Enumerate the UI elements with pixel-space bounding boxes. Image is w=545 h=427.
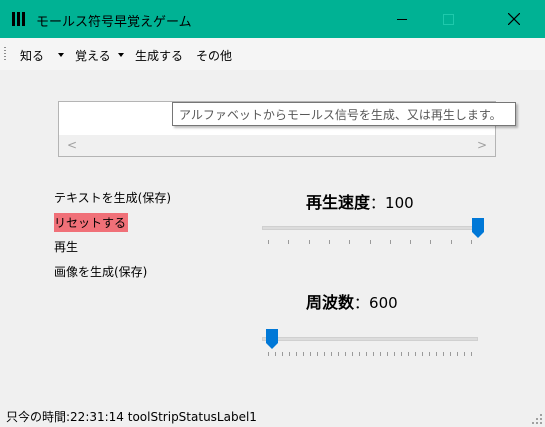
minimize-button[interactable] [379, 0, 425, 38]
chevron-down-icon [118, 53, 124, 57]
slider-tick [394, 352, 395, 356]
slider-tick [422, 352, 423, 356]
frequency-label: 周波数 [306, 293, 355, 312]
slider-tick [370, 240, 371, 244]
title-bar[interactable]: モールス符号早覚えゲーム [0, 0, 545, 38]
tooltip: アルファベットからモールス信号を生成、又は再生します。 [172, 102, 516, 126]
slider-tick [268, 240, 269, 244]
slider-tick [451, 240, 452, 244]
slider-tick [436, 352, 437, 356]
chevron-down-icon [58, 53, 64, 57]
slider-tick [415, 352, 416, 356]
slider-tick [373, 352, 374, 356]
slider-tick [366, 352, 367, 356]
horizontal-scrollbar[interactable]: < > [59, 135, 495, 156]
slider-tick [349, 240, 350, 244]
slider-tick [430, 240, 431, 244]
slider-tick [275, 352, 276, 356]
slider-tick [310, 352, 311, 356]
slider-tick [338, 352, 339, 356]
window-title: モールス符号早覚えゲーム [36, 15, 192, 30]
slider-tick [443, 352, 444, 356]
menu-bar: 知る 覚える 生成する その他 [0, 38, 545, 70]
slider-tick [331, 352, 332, 356]
slider-tick [317, 352, 318, 356]
slider-tick [471, 352, 472, 356]
menu-item-know[interactable]: 知る [20, 47, 44, 64]
slider-tick [380, 352, 381, 356]
menu-item-generate[interactable]: 生成する [135, 47, 183, 64]
generate-text-option[interactable]: テキストを生成(保存) [54, 189, 171, 206]
speed-slider-track[interactable] [262, 226, 478, 230]
slider-tick [408, 352, 409, 356]
close-button[interactable] [499, 0, 545, 38]
speed-slider-ticks [268, 240, 472, 244]
slider-tick [324, 352, 325, 356]
reset-option[interactable]: リセットする [54, 213, 129, 232]
maximize-button [425, 0, 471, 38]
slider-tick [359, 352, 360, 356]
status-bar: 只今の時間:22:31:14 toolStripStatusLabel1 [0, 402, 545, 427]
speed-heading: 再生速度：100 [306, 189, 414, 213]
slider-tick [471, 240, 472, 244]
close-icon [508, 13, 520, 25]
frequency-separator: ： [354, 294, 370, 312]
slider-tick [268, 352, 269, 356]
chevron-left-icon[interactable]: < [67, 139, 77, 151]
slider-tick [309, 240, 310, 244]
slider-tick [282, 352, 283, 356]
frequency-slider-ticks [268, 352, 472, 356]
play-option[interactable]: 再生 [54, 238, 78, 255]
frequency-slider-thumb[interactable] [266, 329, 278, 349]
size-grip-icon[interactable] [532, 414, 542, 424]
slider-tick [457, 352, 458, 356]
generate-image-option[interactable]: 画像を生成(保存) [54, 263, 147, 280]
slider-tick [352, 352, 353, 356]
slider-tick [401, 352, 402, 356]
menu-item-learn[interactable]: 覚える [75, 47, 111, 64]
app-icon [12, 12, 26, 26]
slider-tick [429, 352, 430, 356]
slider-tick [329, 240, 330, 244]
slider-tick [387, 352, 388, 356]
toolstrip-grip[interactable] [4, 47, 6, 61]
speed-label: 再生速度 [306, 193, 371, 212]
slider-tick [410, 240, 411, 244]
slider-tick [390, 240, 391, 244]
slider-tick [464, 352, 465, 356]
speed-slider-thumb[interactable] [472, 218, 484, 238]
frequency-slider-track[interactable] [262, 337, 478, 341]
slider-tick [296, 352, 297, 356]
frequency-value: 600 [369, 294, 398, 312]
frequency-heading: 周波数：600 [306, 289, 398, 313]
slider-tick [288, 240, 289, 244]
slider-tick [450, 352, 451, 356]
speed-separator: ： [370, 194, 386, 212]
slider-tick [345, 352, 346, 356]
speed-value: 100 [385, 194, 414, 212]
slider-tick [303, 352, 304, 356]
status-label: 只今の時間:22:31:14 toolStripStatusLabel1 [6, 410, 257, 424]
chevron-right-icon[interactable]: > [477, 139, 487, 151]
menu-item-other[interactable]: その他 [196, 47, 232, 64]
slider-tick [289, 352, 290, 356]
